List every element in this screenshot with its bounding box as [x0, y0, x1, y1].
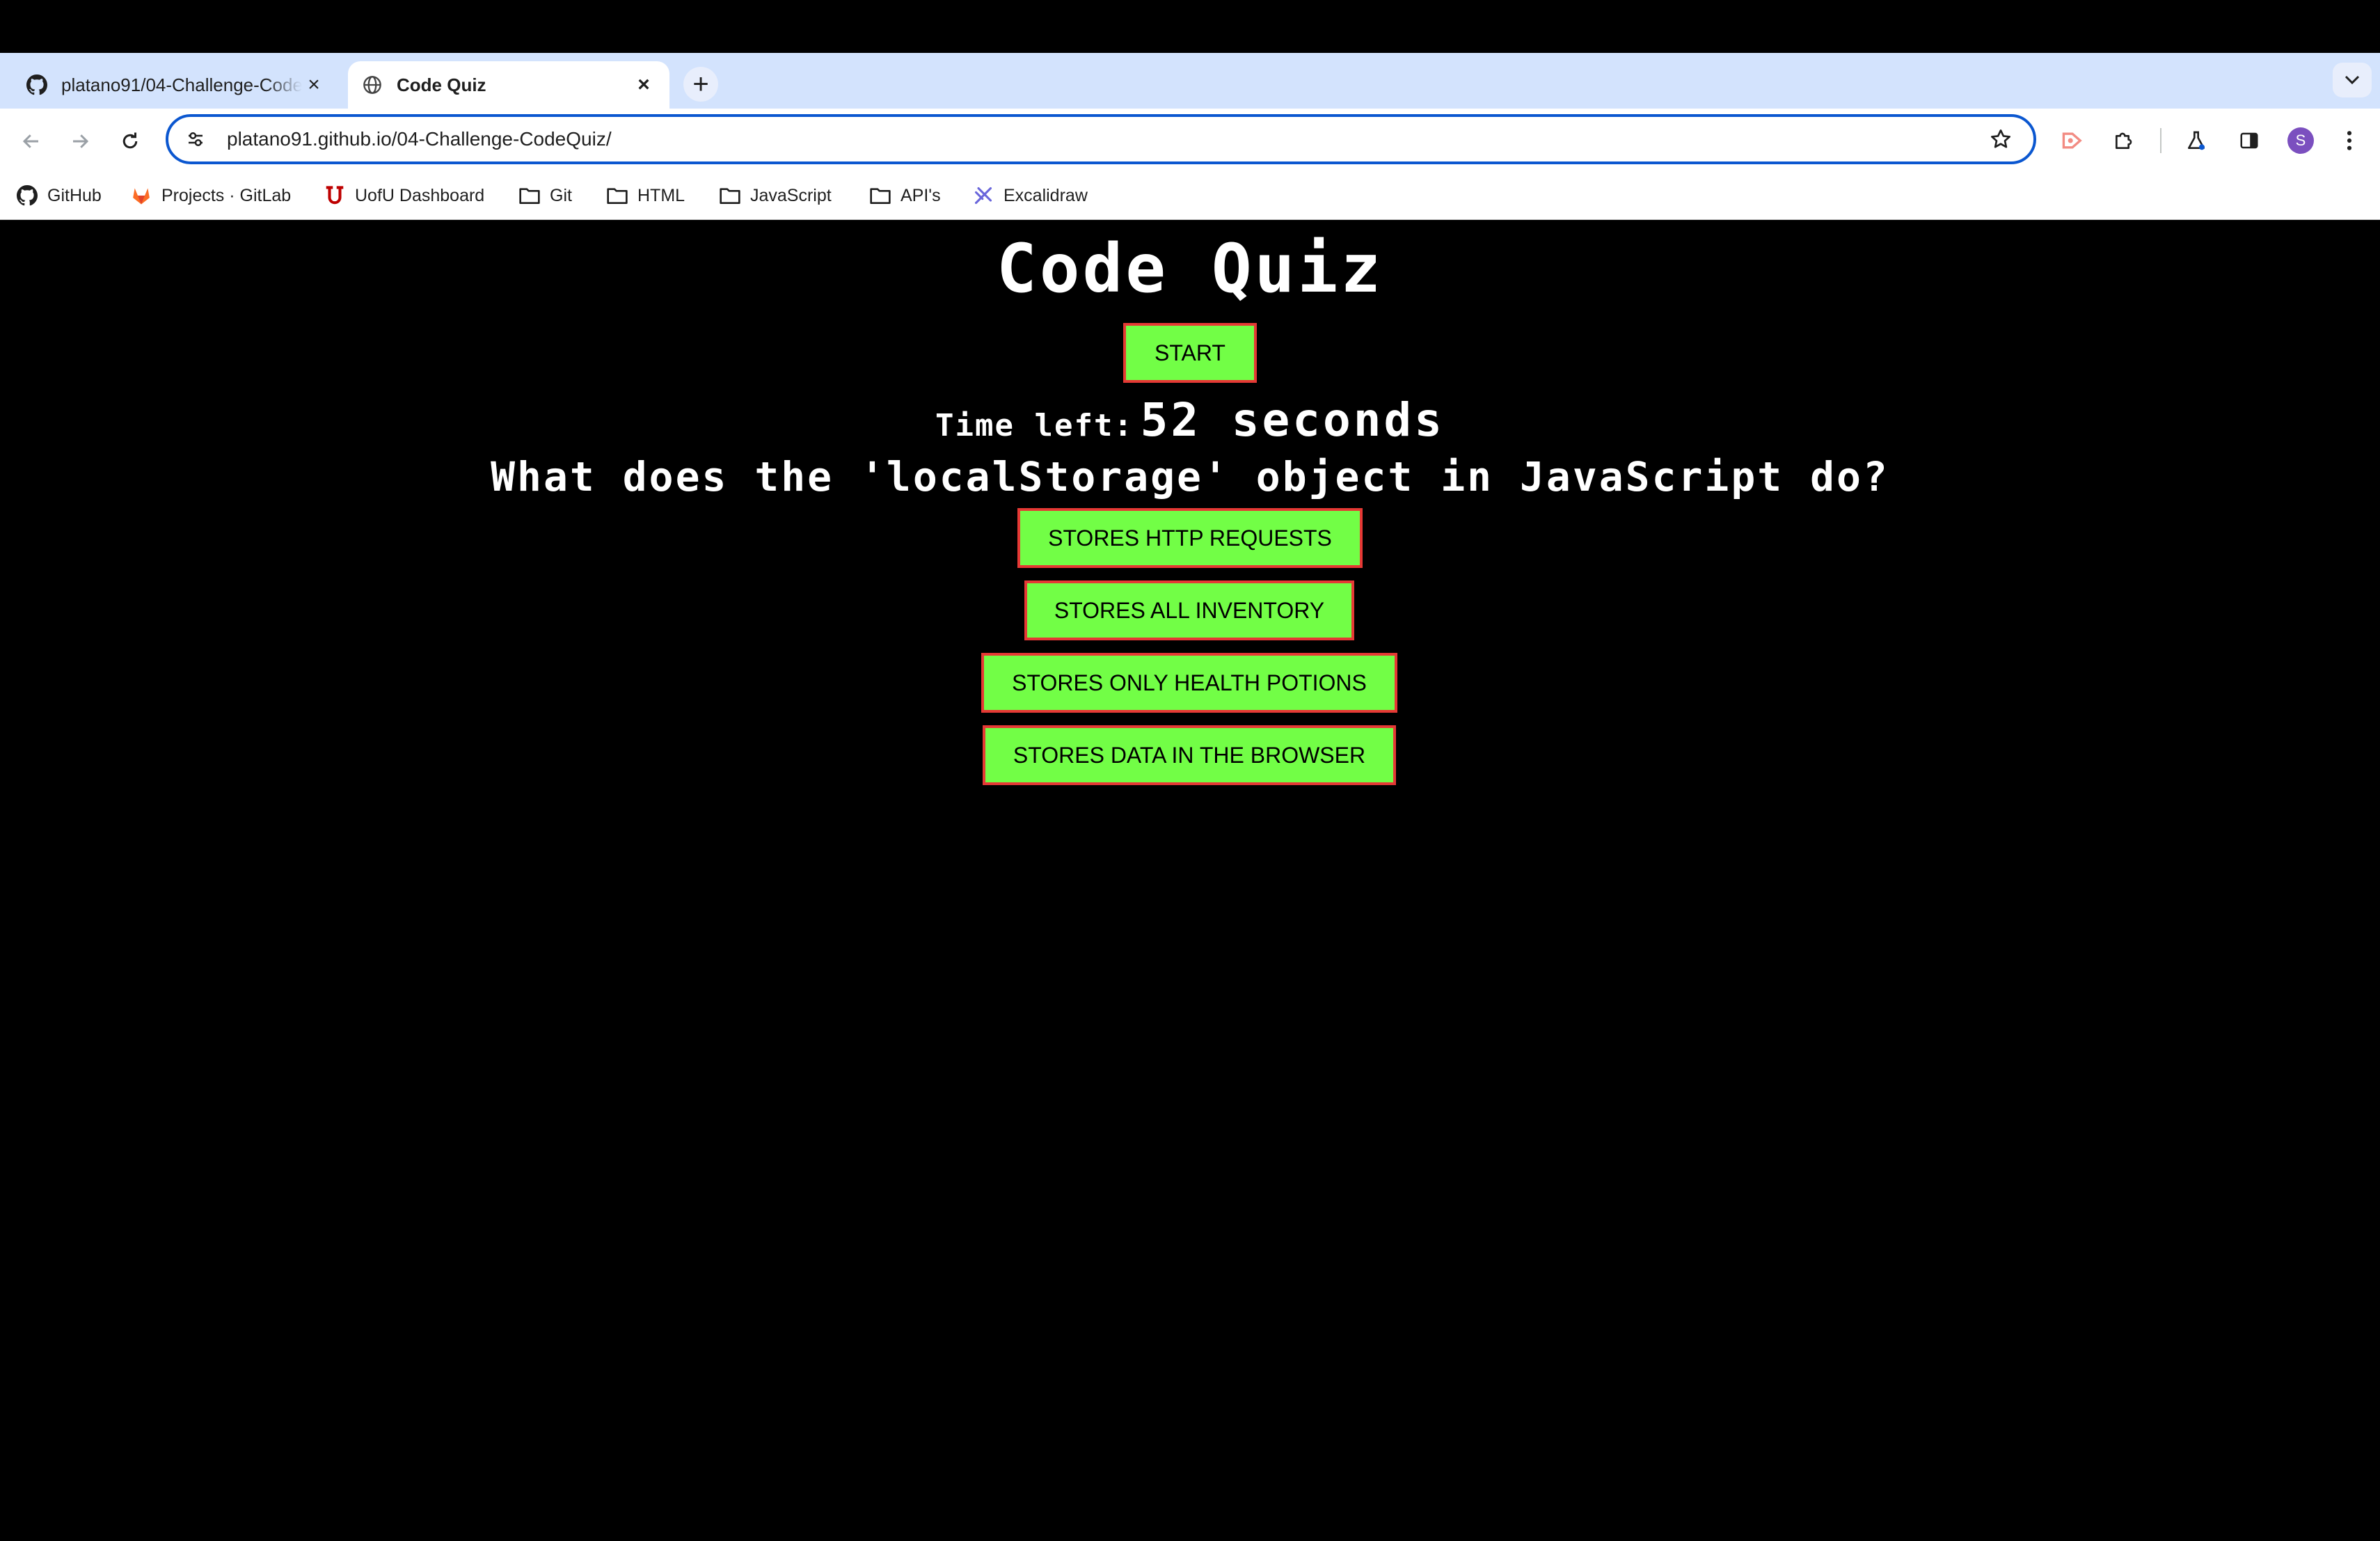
bookmark-excalidraw[interactable]: Excalidraw	[971, 173, 1088, 219]
new-tab-button[interactable]: +	[683, 67, 718, 102]
site-info-icon[interactable]	[178, 129, 213, 150]
bookmark-folder-javascript[interactable]: JavaScript	[718, 173, 832, 219]
start-button[interactable]: START	[1123, 323, 1257, 383]
page-title: Code Quiz	[996, 230, 1384, 308]
bookmark-gitlab[interactable]: Projects · GitLab	[129, 173, 291, 219]
github-icon	[15, 184, 39, 207]
profile-avatar[interactable]: S	[2283, 123, 2319, 159]
bookmark-folder-html[interactable]: HTML	[605, 173, 685, 219]
plus-icon: +	[692, 68, 709, 100]
globe-icon	[362, 74, 383, 95]
page-content: Code Quiz START Time left: 52 seconds Wh…	[0, 221, 2380, 1541]
screen-top-bar	[0, 0, 2380, 53]
labs-flask-icon[interactable]	[2178, 123, 2214, 159]
side-panel-icon[interactable]	[2231, 123, 2267, 159]
bookmark-label: GitHub	[47, 185, 102, 205]
excalidraw-icon	[971, 184, 995, 207]
bookmark-folder-apis[interactable]: API's	[868, 173, 941, 219]
answer-button-2[interactable]: STORES ALL INVENTORY	[1024, 580, 1354, 640]
tab-code-quiz[interactable]: Code Quiz ×	[348, 61, 669, 109]
back-arrow-icon	[22, 134, 38, 148]
browser-menu-icon[interactable]	[2331, 123, 2367, 159]
url-text[interactable]: platano91.github.io/04-Challenge-CodeQui…	[227, 128, 1983, 150]
bookmark-github[interactable]: GitHub	[15, 173, 102, 219]
tab-strip: platano91/04-Challenge-CodeQuiz × Code Q…	[0, 53, 2380, 109]
folder-icon	[718, 184, 742, 207]
forward-button[interactable]	[63, 124, 97, 159]
tab-title: Code Quiz	[397, 74, 486, 95]
answer-button-4[interactable]: STORES DATA IN THE BROWSER	[983, 725, 1396, 785]
address-bar[interactable]: platano91.github.io/04-Challenge-CodeQui…	[166, 114, 2036, 164]
question-text: What does the 'localStorage' object in J…	[491, 453, 1889, 500]
answer-button-1[interactable]: STORES HTTP REQUESTS	[1017, 508, 1363, 568]
bookmark-star-icon[interactable]	[1983, 128, 2018, 150]
tab-close-icon[interactable]: ×	[302, 73, 326, 97]
bookmark-uofu-dashboard[interactable]: UofU Dashboard	[323, 173, 484, 219]
bookmark-label: Git	[550, 185, 572, 205]
folder-icon	[605, 184, 629, 207]
extensions-puzzle-icon[interactable]	[2106, 123, 2142, 159]
back-button[interactable]	[14, 124, 49, 159]
answer-button-3[interactable]: STORES ONLY HEALTH POTIONS	[981, 653, 1397, 713]
reload-button[interactable]	[113, 124, 148, 159]
bookmark-label: API's	[901, 185, 941, 205]
tab-search-button[interactable]	[2333, 63, 2372, 97]
bookmark-folder-git[interactable]: Git	[518, 173, 572, 219]
bookmarks-bar: GitHub Projects · GitLab UofU Dashboard …	[0, 173, 2380, 220]
avatar: S	[2287, 127, 2314, 154]
tab-close-icon[interactable]: ×	[632, 73, 656, 97]
screencast-extension-icon[interactable]	[2054, 123, 2091, 159]
tab-github-repo[interactable]: platano91/04-Challenge-CodeQuiz ×	[13, 61, 340, 109]
toolbar-divider	[2160, 128, 2161, 153]
chevron-down-icon	[2345, 75, 2360, 85]
github-icon	[26, 74, 47, 95]
timer-value: 52 seconds	[1140, 393, 1445, 447]
reload-icon	[122, 132, 138, 149]
folder-icon	[868, 184, 892, 207]
bookmark-label: UofU Dashboard	[355, 185, 485, 205]
bookmark-label: HTML	[637, 185, 685, 205]
uofu-icon	[323, 184, 347, 207]
folder-icon	[518, 184, 541, 207]
bookmark-label: Projects · GitLab	[161, 185, 292, 205]
tab-title: platano91/04-Challenge-CodeQuiz	[61, 74, 302, 95]
timer-label: Time left:	[935, 408, 1134, 443]
gitlab-icon	[129, 184, 153, 207]
forward-arrow-icon	[73, 134, 89, 148]
bookmark-label: Excalidraw	[1003, 185, 1088, 205]
bookmark-label: JavaScript	[750, 185, 832, 205]
